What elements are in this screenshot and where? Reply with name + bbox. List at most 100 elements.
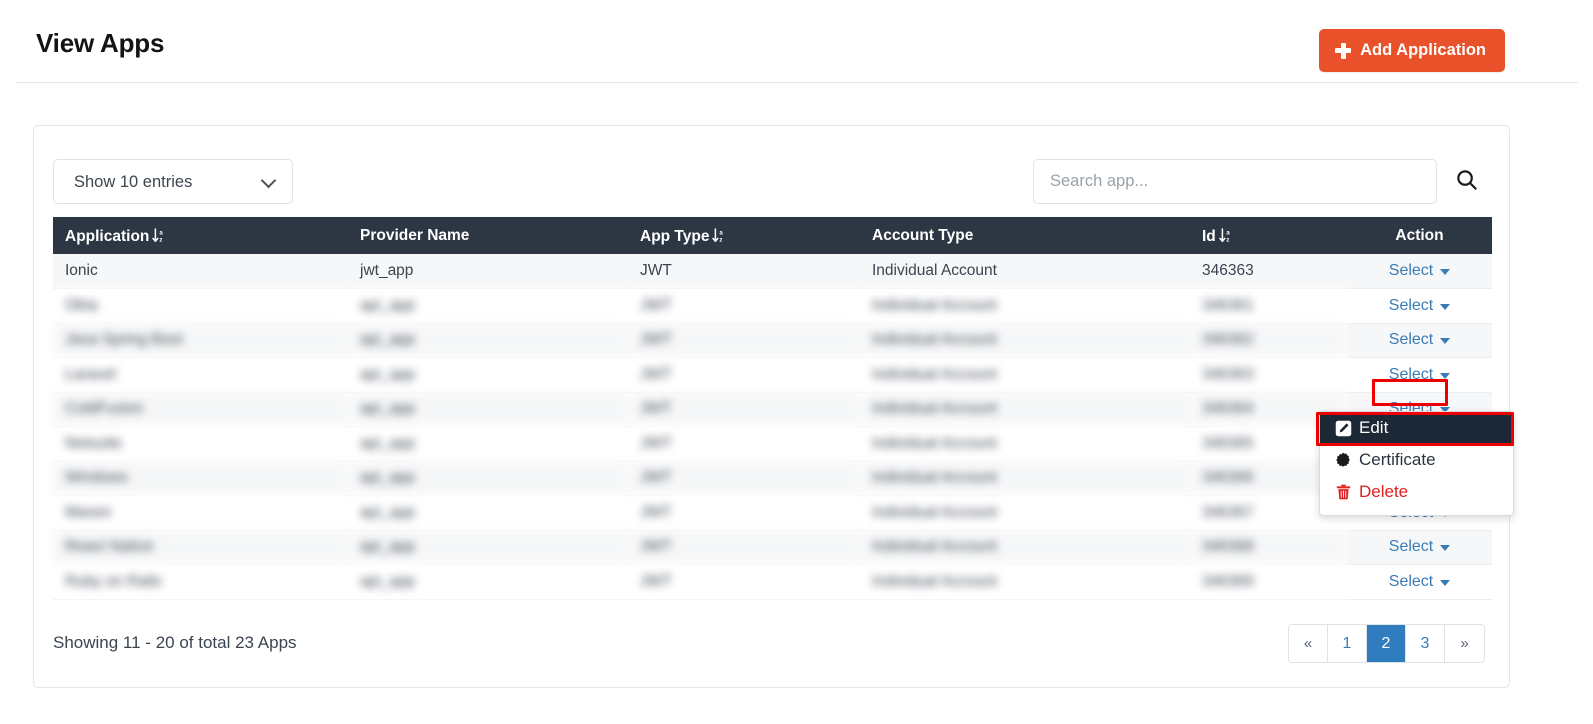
trash-icon [1334, 483, 1352, 501]
svg-text:z: z [1226, 237, 1229, 242]
cell-application: Maven [53, 496, 348, 531]
select-action-label: Select [1389, 538, 1433, 556]
cell-application: Ionic [53, 254, 348, 289]
cell-provider: api_app [348, 496, 628, 531]
cell-account_type: Individual Account [860, 565, 1190, 600]
select-action-button[interactable]: Select [1381, 535, 1458, 559]
search-icon[interactable] [1451, 165, 1481, 195]
column-label: Action [1395, 227, 1443, 244]
table-row: React Nativeapi_appJWTIndividual Account… [53, 530, 1492, 565]
pagination-next-button[interactable]: » [1445, 625, 1484, 662]
apps-table-wrapper: Applicationaz Provider Name App Typeaz A… [53, 217, 1492, 600]
select-action-button[interactable]: Select [1381, 328, 1458, 352]
cell-id: 346361 [1190, 289, 1347, 324]
add-application-button[interactable]: Add Application [1319, 29, 1505, 72]
sort-alpha-down-icon: az [712, 228, 725, 248]
cell-action: Select [1347, 358, 1492, 393]
page-header: View Apps Add Application [0, 0, 1593, 83]
cell-provider: api_app [348, 427, 628, 462]
cell-id: 346362 [1190, 323, 1347, 358]
cell-application: Okta [53, 289, 348, 324]
column-label: Application [65, 228, 149, 245]
cell-application: React Native [53, 530, 348, 565]
select-action-label: Select [1389, 262, 1433, 280]
dropdown-item-label: Edit [1359, 418, 1388, 438]
svg-text:a: a [720, 230, 724, 236]
pagination-page-1[interactable]: 1 [1328, 625, 1367, 662]
select-action-button[interactable]: Select [1381, 294, 1458, 318]
pencil-square-icon [1334, 419, 1352, 437]
cell-app_type: JWT [628, 323, 860, 358]
cell-account_type: Individual Account [860, 461, 1190, 496]
table-row: Netsuiteapi_appJWTIndividual Account3463… [53, 427, 1492, 462]
dropdown-item-label: Certificate [1359, 450, 1436, 470]
cell-provider: jwt_app [348, 254, 628, 289]
cell-action: Select [1347, 565, 1492, 600]
svg-text:z: z [160, 237, 163, 242]
pagination-prev-button[interactable]: « [1289, 625, 1328, 662]
column-header-id[interactable]: Idaz [1190, 217, 1347, 254]
table-row: Java Spring Bootapi_appJWTIndividual Acc… [53, 323, 1492, 358]
column-label: Id [1202, 228, 1216, 245]
pagination-page-2[interactable]: 2 [1367, 625, 1406, 662]
cell-account_type: Individual Account [860, 254, 1190, 289]
cell-app_type: JWT [628, 565, 860, 600]
cell-provider: api_app [348, 392, 628, 427]
plus-icon [1335, 43, 1351, 59]
dropdown-item-edit[interactable]: Edit [1320, 412, 1513, 444]
column-header-provider-name[interactable]: Provider Name [348, 217, 628, 254]
table-row: ColdFusionapi_appJWTIndividual Account34… [53, 392, 1492, 427]
pagination-page-3[interactable]: 3 [1406, 625, 1445, 662]
table-row: Ruby on Railsapi_appJWTIndividual Accoun… [53, 565, 1492, 600]
column-header-application[interactable]: Application az [53, 217, 348, 254]
apps-table: Applicationaz Provider Name App Typeaz A… [53, 217, 1492, 600]
cell-account_type: Individual Account [860, 392, 1190, 427]
search-area [1033, 159, 1481, 204]
action-dropdown-menu: Edit Certificate Delete [1319, 411, 1514, 516]
cell-application: Laravel [53, 358, 348, 393]
column-header-action: Action [1347, 217, 1492, 254]
column-header-app-type[interactable]: App Typeaz [628, 217, 860, 254]
caret-down-icon [1440, 304, 1450, 310]
select-action-button[interactable]: Select [1381, 363, 1458, 387]
entries-per-page-select[interactable]: Show 10 entriesShow 25 entriesShow 50 en… [53, 159, 293, 204]
select-action-button[interactable]: Select [1381, 259, 1458, 283]
cell-provider: api_app [348, 565, 628, 600]
select-action-button[interactable]: Select [1381, 570, 1458, 594]
dropdown-item-label: Delete [1359, 482, 1408, 502]
showing-entries-text: Showing 11 - 20 of total 23 Apps [53, 633, 297, 653]
certificate-icon [1334, 451, 1352, 469]
pagination: «123» [1288, 624, 1485, 663]
svg-text:a: a [160, 230, 164, 236]
column-label: Provider Name [360, 227, 469, 244]
page-title: View Apps [36, 28, 164, 59]
select-action-label: Select [1389, 331, 1433, 349]
select-action-label: Select [1389, 366, 1433, 384]
cell-provider: api_app [348, 530, 628, 565]
sort-alpha-down-icon: az [1219, 228, 1232, 248]
cell-app_type: JWT [628, 530, 860, 565]
search-input[interactable] [1033, 159, 1437, 204]
dropdown-item-delete[interactable]: Delete [1320, 476, 1513, 508]
cell-id: 346368 [1190, 530, 1347, 565]
cell-app_type: JWT [628, 427, 860, 462]
table-head: Applicationaz Provider Name App Typeaz A… [53, 217, 1492, 254]
caret-down-icon [1440, 545, 1450, 551]
dropdown-item-certificate[interactable]: Certificate [1320, 444, 1513, 476]
cell-action: Select [1347, 530, 1492, 565]
cell-app_type: JWT [628, 461, 860, 496]
cell-provider: api_app [348, 358, 628, 393]
cell-action: Select [1347, 323, 1492, 358]
cell-provider: api_app [348, 289, 628, 324]
cell-application: Windows [53, 461, 348, 496]
column-header-account-type[interactable]: Account Type [860, 217, 1190, 254]
cell-action: Select [1347, 289, 1492, 324]
view-apps-page: View Apps Add Application Show 10 entrie… [0, 0, 1593, 724]
svg-text:z: z [720, 237, 723, 242]
cell-application: Java Spring Boot [53, 323, 348, 358]
table-row: Laravelapi_appJWTIndividual Account34636… [53, 358, 1492, 393]
cell-id: 346363 [1190, 254, 1347, 289]
svg-text:a: a [1226, 230, 1230, 236]
cell-app_type: JWT [628, 254, 860, 289]
caret-down-icon [1440, 338, 1450, 344]
